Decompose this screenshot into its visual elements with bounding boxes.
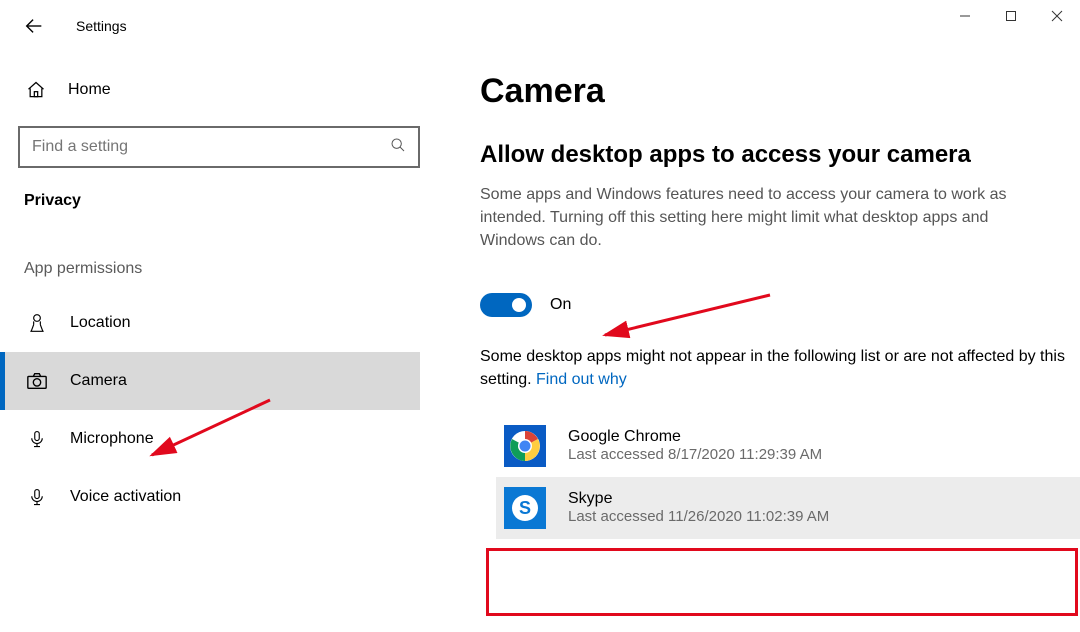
app-row-chrome[interactable]: Google Chrome Last accessed 8/17/2020 11… xyxy=(496,415,1080,477)
sidebar-subsection-permissions: App permissions xyxy=(18,260,420,278)
sidebar-item-camera[interactable]: Camera xyxy=(0,352,420,410)
skype-icon: S xyxy=(504,487,546,529)
app-list: Google Chrome Last accessed 8/17/2020 11… xyxy=(480,415,1080,539)
find-out-why-link[interactable]: Find out why xyxy=(536,371,627,388)
header: Settings xyxy=(22,14,127,38)
app-last-accessed: Last accessed 8/17/2020 11:29:39 AM xyxy=(568,446,822,463)
minimize-button[interactable] xyxy=(942,0,988,32)
app-last-accessed: Last accessed 11/26/2020 11:02:39 AM xyxy=(568,508,829,525)
app-name: Skype xyxy=(568,490,829,508)
sidebar-item-location[interactable]: Location xyxy=(0,294,420,352)
home-label: Home xyxy=(68,81,111,99)
section-subtitle: Allow desktop apps to access your camera xyxy=(480,141,1080,169)
camera-access-toggle[interactable] xyxy=(480,293,532,317)
chrome-icon xyxy=(504,425,546,467)
location-icon xyxy=(26,312,48,334)
sidebar-item-microphone[interactable]: Microphone xyxy=(0,410,420,468)
nav-label: Camera xyxy=(70,372,127,390)
nav-label: Voice activation xyxy=(70,488,181,506)
list-intro: Some desktop apps might not appear in th… xyxy=(480,345,1080,391)
app-row-skype[interactable]: S Skype Last accessed 11/26/2020 11:02:3… xyxy=(496,477,1080,539)
home-icon xyxy=(26,80,46,100)
search-icon xyxy=(390,137,406,158)
search-box[interactable] xyxy=(18,126,420,168)
section-description: Some apps and Windows features need to a… xyxy=(480,183,1040,253)
search-input[interactable] xyxy=(32,138,390,156)
camera-icon xyxy=(26,371,48,391)
toggle-knob xyxy=(512,298,526,312)
toggle-state-label: On xyxy=(550,296,571,314)
toggle-row: On xyxy=(480,293,1080,317)
main: Camera Allow desktop apps to access your… xyxy=(430,72,1080,632)
app-name: Google Chrome xyxy=(568,428,822,446)
nav-label: Microphone xyxy=(70,430,154,448)
microphone-icon xyxy=(26,428,48,450)
page-title: Camera xyxy=(480,72,1080,111)
sidebar-item-home[interactable]: Home xyxy=(18,72,420,108)
maximize-button[interactable] xyxy=(988,0,1034,32)
sidebar-section-privacy: Privacy xyxy=(18,192,420,210)
close-button[interactable] xyxy=(1034,0,1080,32)
svg-text:S: S xyxy=(519,498,531,518)
back-button[interactable] xyxy=(22,14,46,38)
app-title: Settings xyxy=(76,18,127,34)
voice-activation-icon xyxy=(26,486,48,508)
sidebar-item-voice-activation[interactable]: Voice activation xyxy=(0,468,420,526)
sidebar: Home Privacy App permissions Location Ca… xyxy=(0,72,430,632)
nav-label: Location xyxy=(70,314,131,332)
titlebar xyxy=(0,0,1080,32)
